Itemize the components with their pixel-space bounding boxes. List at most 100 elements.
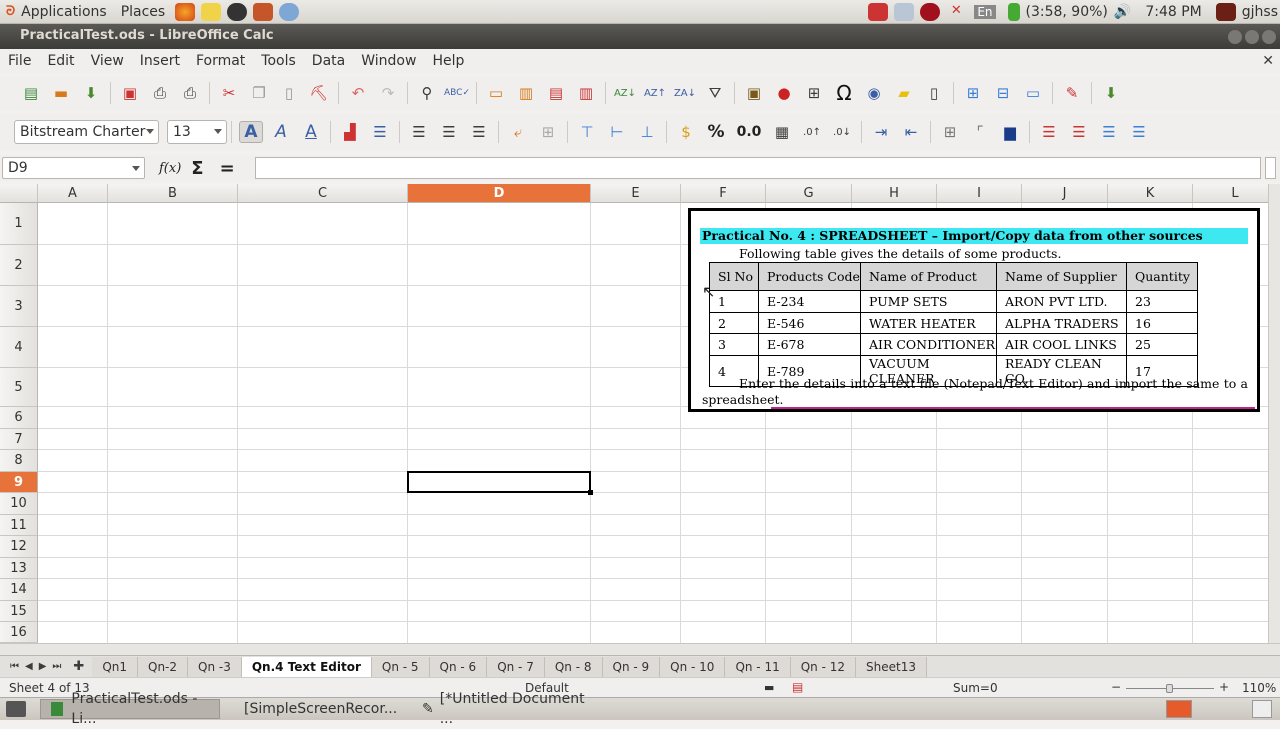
menu-format[interactable]: Format (188, 53, 253, 69)
sheet-tab-active[interactable]: Qn.4 Text Editor (241, 656, 372, 677)
save-icon[interactable]: ⬇ (79, 82, 103, 104)
last-sheet-icon[interactable]: ⏭ (52, 661, 61, 672)
menu-insert[interactable]: Insert (132, 53, 188, 69)
sort-icon[interactable]: AZ↓ (613, 82, 637, 104)
maximize-button[interactable] (1245, 30, 1259, 44)
user-name[interactable]: gjhss (1242, 4, 1278, 20)
input-line[interactable] (255, 157, 1261, 179)
close-window-button[interactable] (1262, 30, 1276, 44)
print-icon[interactable]: ⎙ (148, 82, 172, 104)
redo-icon[interactable]: ↷ (376, 82, 400, 104)
menu-view[interactable]: View (83, 53, 132, 69)
wrap-text-icon[interactable]: ⤶ (506, 121, 530, 143)
column-header-e[interactable]: E (591, 184, 681, 203)
find-replace-icon[interactable]: ⚲ (415, 82, 439, 104)
ubuntu-logo-icon[interactable]: ᘒ (6, 4, 15, 19)
zoom-in-icon[interactable]: + (1219, 680, 1229, 694)
sheet-tab[interactable]: Qn - 6 (429, 656, 488, 677)
zoom-level[interactable]: 110% (1242, 681, 1276, 695)
document-modified-icon[interactable]: ▤ (792, 680, 803, 694)
column-header-a[interactable]: A (38, 184, 108, 203)
row-header-8[interactable]: 8 (0, 450, 38, 472)
column-header-b[interactable]: B (108, 184, 238, 203)
column-header-j[interactable]: J (1022, 184, 1108, 203)
taskbar-item-recorder[interactable]: [SimpleScreenRecor... (226, 699, 406, 719)
network-icon[interactable] (279, 2, 300, 21)
headers-footers-icon[interactable]: ▯ (922, 82, 946, 104)
date-format-icon[interactable]: ▦ (770, 121, 794, 143)
taskbar-item-calc[interactable]: PracticalTest.ods - Li... (40, 691, 220, 727)
sheet-tab[interactable]: Qn-2 (138, 656, 189, 677)
trash-icon[interactable] (1252, 700, 1272, 718)
menu-edit[interactable]: Edit (39, 53, 82, 69)
vertical-scrollbar[interactable] (1268, 184, 1280, 643)
conditional-data-bar-icon[interactable]: ☰ (1127, 121, 1151, 143)
row-header-14[interactable]: 14 (0, 579, 38, 601)
spellcheck-icon[interactable]: ABC✓ (444, 82, 470, 104)
pivot-table-icon[interactable]: ⊞ (802, 82, 826, 104)
column-header-c[interactable]: C (238, 184, 408, 203)
zoom-slider-thumb[interactable] (1166, 684, 1173, 693)
formula-icon[interactable]: = (220, 158, 235, 179)
menu-file[interactable]: File (0, 53, 39, 69)
volume-icon[interactable]: 🔊 (1114, 4, 1131, 20)
menu-window[interactable]: Window (353, 53, 424, 69)
sheet-tab[interactable]: Qn - 7 (487, 656, 545, 677)
close-document-icon[interactable]: ✕ (1262, 53, 1274, 69)
add-decimal-icon[interactable]: .0↑ (800, 121, 824, 143)
sheet-tab[interactable]: Qn - 5 (371, 656, 430, 677)
download-icon[interactable]: ⬇ (1099, 82, 1123, 104)
sheet-tab[interactable]: Qn - 8 (544, 656, 603, 677)
app-launcher-icon[interactable] (201, 2, 222, 21)
align-right-icon[interactable]: ☰ (467, 121, 491, 143)
menu-help[interactable]: Help (424, 53, 472, 69)
battery-status[interactable]: (3:58, 90%) (1026, 4, 1108, 20)
row-header-3[interactable]: 3 (0, 286, 38, 327)
special-character-icon[interactable]: Ω (832, 81, 856, 105)
fill-handle[interactable] (588, 490, 593, 495)
font-size-combo[interactable]: 13 (167, 120, 227, 144)
next-sheet-icon[interactable]: ▶ (39, 661, 47, 672)
sheet-tab[interactable]: Qn - 9 (602, 656, 661, 677)
taskbar-item-text-editor[interactable]: ✎ [*Untitled Document ... (412, 691, 598, 727)
active-cell-d9[interactable] (407, 471, 591, 493)
insert-rows-icon[interactable]: ▤ (544, 82, 568, 104)
sort-ascending-icon[interactable]: AZ↑ (643, 82, 667, 104)
cut-icon[interactable]: ✂ (217, 82, 241, 104)
print-preview-icon[interactable]: ⎙ (178, 82, 202, 104)
screenshot-tray-icon[interactable] (894, 2, 915, 21)
firefox-icon[interactable] (175, 2, 196, 21)
selection-mode-icon[interactable]: ▬ (764, 681, 774, 694)
currency-format-icon[interactable]: $ (674, 121, 698, 143)
split-window-icon[interactable]: ▭ (1021, 82, 1045, 104)
delete-decimal-icon[interactable]: .0↓ (830, 121, 854, 143)
show-draw-functions-icon[interactable]: ✎ (1060, 82, 1084, 104)
row-header-15[interactable]: 15 (0, 601, 38, 622)
applications-menu[interactable]: Applications (21, 4, 107, 20)
clone-format-icon[interactable]: ⛏ (307, 82, 331, 104)
clock[interactable]: 7:48 PM (1145, 4, 1201, 20)
background-color-icon[interactable]: ▟ (338, 121, 362, 143)
font-name-combo[interactable]: Bitstream Charter (14, 120, 159, 144)
row-header-10[interactable]: 10 (0, 493, 38, 515)
align-top-icon[interactable]: ⊤ (575, 121, 599, 143)
define-print-area-icon[interactable]: ⊞ (961, 82, 985, 104)
row-header-4[interactable]: 4 (0, 327, 38, 368)
freeze-rows-icon[interactable]: ⊟ (991, 82, 1015, 104)
decimal-format-icon[interactable]: 0.0 (734, 121, 764, 143)
name-box[interactable]: D9 (2, 157, 145, 179)
column-header-i[interactable]: I (937, 184, 1022, 203)
embedded-image[interactable]: Practical No. 4 : SPREADSHEET – Import/C… (688, 208, 1260, 412)
sheet-tab[interactable]: Qn - 10 (660, 656, 726, 677)
add-sheet-icon[interactable]: ✚ (73, 659, 84, 674)
border-style-icon[interactable]: ⌜ (968, 121, 992, 143)
conditional-color-icon[interactable]: ☰ (1067, 121, 1091, 143)
sum-icon[interactable]: Σ (191, 158, 203, 179)
sheet-tab[interactable]: Qn1 (92, 656, 138, 677)
minimize-button[interactable] (1228, 30, 1242, 44)
row-header-2[interactable]: 2 (0, 245, 38, 286)
underline-icon[interactable]: A (299, 121, 323, 143)
places-menu[interactable]: Places (121, 4, 166, 20)
column-header-l[interactable]: L (1193, 184, 1268, 203)
battery-icon[interactable] (1007, 2, 1020, 21)
